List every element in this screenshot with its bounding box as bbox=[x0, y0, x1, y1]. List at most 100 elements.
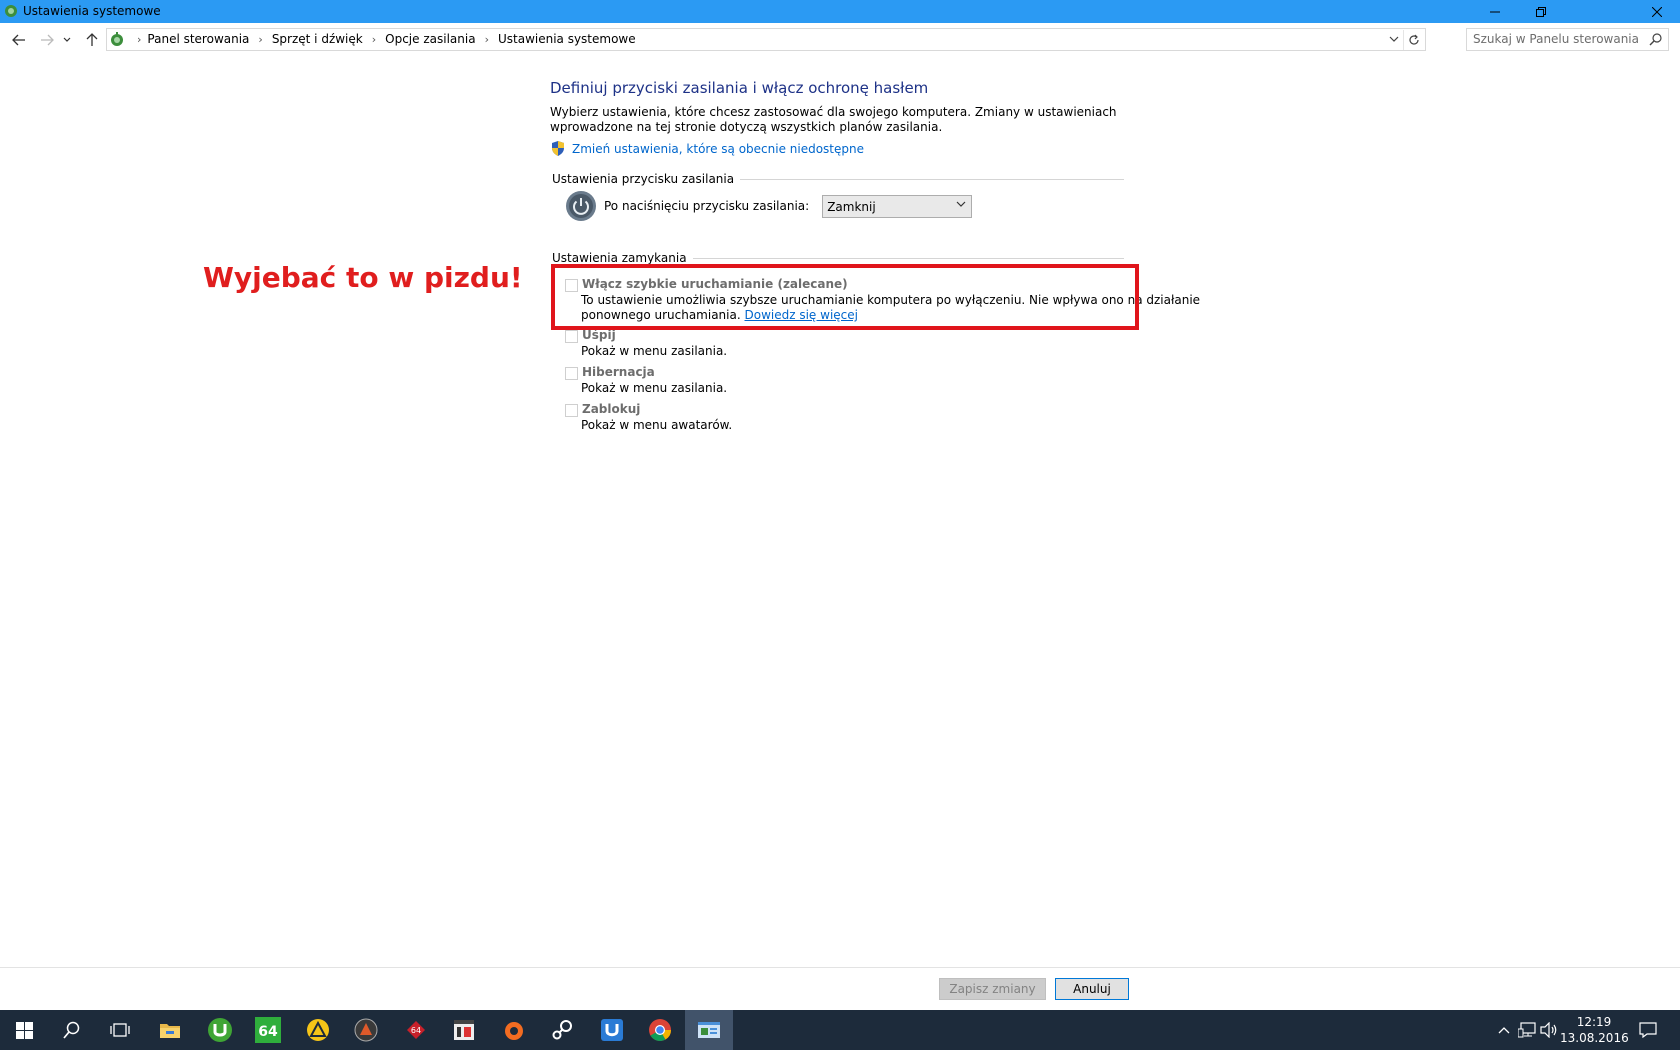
control-panel-taskbar-button[interactable] bbox=[685, 1010, 733, 1050]
close-button[interactable] bbox=[1634, 0, 1680, 23]
lock-checkbox[interactable] bbox=[565, 404, 578, 417]
origin-icon bbox=[505, 1022, 523, 1040]
shutdown-group-title: Ustawienia zamykania bbox=[552, 251, 693, 265]
breadcrumb-opcje-zasilania[interactable]: Opcje zasilania bbox=[385, 32, 475, 46]
breadcrumb-separator-icon: › bbox=[484, 32, 489, 46]
task-view-button[interactable] bbox=[96, 1010, 144, 1050]
breadcrumb-separator-icon: › bbox=[137, 32, 142, 46]
power-action-select[interactable]: Zamknij bbox=[822, 194, 973, 218]
search-box bbox=[1466, 28, 1669, 51]
taskbar-search-button[interactable] bbox=[48, 1010, 96, 1050]
file-explorer-icon bbox=[160, 1024, 180, 1038]
app-round-icon bbox=[354, 1018, 378, 1042]
control-panel-icon bbox=[111, 32, 123, 46]
footer-divider bbox=[0, 967, 1680, 968]
uac-shield-icon bbox=[552, 141, 564, 156]
recent-locations-button[interactable] bbox=[60, 29, 74, 51]
close-icon bbox=[1652, 6, 1662, 17]
steam-button[interactable] bbox=[538, 1010, 586, 1050]
taskbar: 64 64 12:19 13.08.2016 bbox=[0, 1010, 1680, 1050]
minimize-button[interactable] bbox=[1472, 0, 1518, 23]
network-button[interactable] bbox=[1516, 1010, 1538, 1050]
restore-button[interactable] bbox=[1518, 0, 1564, 23]
back-button[interactable] bbox=[8, 29, 30, 51]
lock-description: Pokaż w menu awatarów. bbox=[581, 418, 733, 432]
change-settings-link-label[interactable]: Zmień ustawienia, które są obecnie niedo… bbox=[572, 142, 864, 156]
refresh-icon bbox=[1408, 34, 1419, 45]
app-red-button[interactable]: 64 bbox=[392, 1010, 440, 1050]
breadcrumb-sprzet-i-dzwiek[interactable]: Sprzęt i dźwięk bbox=[272, 32, 363, 46]
chrome-icon bbox=[649, 1019, 671, 1041]
utorrent-icon bbox=[208, 1018, 232, 1042]
steam-icon bbox=[552, 1020, 572, 1040]
control-panel-icon bbox=[698, 1022, 720, 1038]
app-round-button[interactable] bbox=[342, 1010, 390, 1050]
aida64-label: 64 bbox=[258, 1024, 278, 1040]
network-icon bbox=[1518, 1022, 1536, 1038]
control-panel-icon bbox=[5, 5, 17, 17]
breadcrumb-ustawienia-systemowe[interactable]: Ustawienia systemowe bbox=[498, 32, 636, 46]
address-bar: › Panel sterowania › Sprzęt i dźwięk › O… bbox=[0, 23, 1680, 56]
origin-button[interactable] bbox=[490, 1010, 538, 1050]
volume-button[interactable] bbox=[1538, 1010, 1560, 1050]
aida64-icon: 64 bbox=[255, 1017, 281, 1043]
search-icon[interactable] bbox=[1648, 31, 1664, 47]
save-changes-button[interactable]: Zapisz zmiany bbox=[939, 978, 1046, 1000]
clock-date: 13.08.2016 bbox=[1560, 1031, 1629, 1045]
file-explorer-button[interactable] bbox=[146, 1010, 194, 1050]
window-title: Ustawienia systemowe bbox=[23, 4, 161, 18]
chevron-up-icon bbox=[1498, 1027, 1510, 1034]
app-triangle-icon bbox=[307, 1019, 329, 1041]
title-bar: Ustawienia systemowe bbox=[0, 0, 1680, 23]
sleep-checkbox[interactable] bbox=[565, 330, 578, 343]
search-input[interactable] bbox=[1473, 32, 1643, 46]
svg-text:64: 64 bbox=[411, 1026, 421, 1035]
show-hidden-icons-button[interactable] bbox=[1492, 1010, 1516, 1050]
lock-title: Zablokuj bbox=[582, 402, 641, 416]
clock-time: 12:19 bbox=[1576, 1015, 1612, 1029]
aida64-button[interactable]: 64 bbox=[244, 1010, 292, 1050]
refresh-button[interactable] bbox=[1403, 30, 1423, 50]
start-icon bbox=[15, 1021, 33, 1039]
page-description: Wybierz ustawienia, które chcesz zastoso… bbox=[550, 105, 1117, 134]
app-red-icon: 64 bbox=[407, 1021, 425, 1039]
breadcrumb-separator-icon: › bbox=[258, 32, 263, 46]
breadcrumb-panel-sterowania[interactable]: Panel sterowania bbox=[147, 32, 249, 46]
power-action-value: Zamknij bbox=[827, 199, 876, 214]
uplay-button[interactable] bbox=[588, 1010, 636, 1050]
chevron-down-icon bbox=[63, 37, 71, 42]
app-triangle-button[interactable] bbox=[294, 1010, 342, 1050]
forward-arrow-icon bbox=[41, 34, 54, 46]
chevron-down-icon bbox=[956, 200, 966, 211]
minimize-icon bbox=[1490, 11, 1500, 12]
breadcrumb-separator-icon: › bbox=[371, 32, 377, 46]
up-arrow-icon bbox=[86, 33, 98, 46]
back-arrow-icon bbox=[12, 34, 25, 46]
sleep-description: Pokaż w menu zasilania. bbox=[581, 344, 728, 358]
page-title: Definiuj przyciski zasilania i włącz och… bbox=[550, 79, 929, 97]
volume-icon bbox=[1540, 1022, 1557, 1038]
media-button[interactable] bbox=[440, 1010, 488, 1050]
change-settings-link[interactable]: Zmień ustawienia, które są obecnie niedo… bbox=[551, 141, 864, 156]
hibernate-title: Hibernacja bbox=[582, 365, 655, 379]
start-button[interactable] bbox=[0, 1010, 48, 1050]
cancel-button[interactable]: Anuluj bbox=[1055, 978, 1129, 1000]
system-clock[interactable]: 12:19 13.08.2016 bbox=[1560, 1014, 1629, 1046]
hibernate-checkbox[interactable] bbox=[565, 367, 578, 380]
annotation-highlight-box bbox=[551, 264, 1139, 330]
hibernate-description: Pokaż w menu zasilania. bbox=[581, 381, 728, 395]
up-button[interactable] bbox=[81, 29, 103, 51]
media-icon bbox=[454, 1020, 474, 1040]
utorrent-button[interactable] bbox=[196, 1010, 244, 1050]
chrome-button[interactable] bbox=[636, 1010, 684, 1050]
annotation-text: Wyjebać to w pizdu! bbox=[203, 261, 523, 294]
chevron-down-icon bbox=[1389, 36, 1399, 42]
address-field[interactable]: › Panel sterowania › Sprzęt i dźwięk › O… bbox=[106, 28, 1426, 51]
power-group-title: Ustawienia przycisku zasilania bbox=[552, 172, 741, 186]
uplay-icon bbox=[601, 1019, 623, 1041]
action-center-button[interactable] bbox=[1630, 1010, 1666, 1050]
forward-button[interactable] bbox=[36, 29, 58, 51]
power-button-label: Po naciśnięciu przycisku zasilania: bbox=[604, 199, 810, 213]
address-dropdown-button[interactable] bbox=[1389, 32, 1399, 49]
sleep-title: Uśpij bbox=[582, 328, 616, 342]
